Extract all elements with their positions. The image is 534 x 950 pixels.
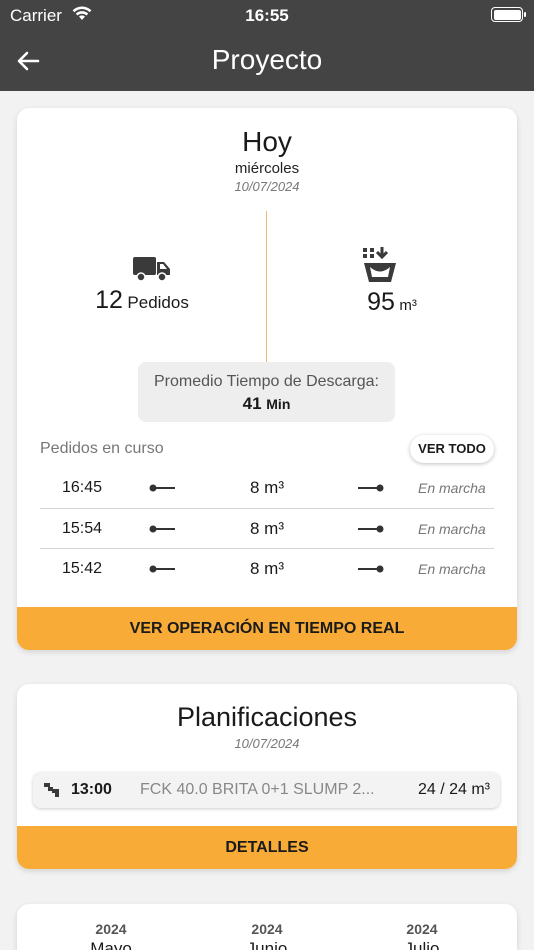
order-quantity: 8 m³ bbox=[250, 478, 284, 497]
today-date: 10/07/2024 bbox=[234, 179, 300, 194]
planning-quantity: 24 / 24 m³ bbox=[417, 781, 490, 798]
month-name: Mayo bbox=[90, 939, 132, 950]
orders-count-label: Pedidos bbox=[127, 293, 189, 312]
header-bar: Carrier 16:55 Proyecto bbox=[0, 0, 534, 91]
battery-icon bbox=[491, 7, 526, 22]
month-year: 2024 bbox=[95, 921, 127, 937]
months-card: 2024 Mayo 2024 Junio 2024 Julio bbox=[17, 904, 517, 950]
clock: 16:55 bbox=[245, 6, 289, 25]
route-start-icon bbox=[149, 484, 175, 492]
order-time: 15:42 bbox=[62, 560, 103, 577]
route-end-icon bbox=[358, 525, 384, 532]
status-bar: Carrier 16:55 bbox=[0, 0, 534, 30]
today-title: Hoy bbox=[242, 126, 292, 157]
order-quantity: 8 m³ bbox=[250, 518, 284, 538]
order-state: En marcha bbox=[418, 561, 486, 577]
page-title: Proyecto bbox=[211, 44, 323, 75]
today-weekday: miércoles bbox=[234, 160, 300, 177]
details-button[interactable]: DETALLES bbox=[17, 826, 517, 869]
month-year: 2024 bbox=[406, 921, 438, 937]
order-row[interactable]: 15:42 8 m³ En marcha bbox=[40, 549, 494, 590]
order-row[interactable]: 15:54 8 m³ En marcha bbox=[40, 509, 494, 549]
volume-value: 95 bbox=[367, 288, 395, 316]
order-time: 15:54 bbox=[62, 519, 103, 537]
navigation-bar: Proyecto bbox=[0, 30, 534, 91]
pump-icon bbox=[44, 783, 59, 797]
planning-description: FCK 40.0 BRITA 0+1 SLUMP 2... bbox=[140, 781, 375, 798]
month-name: Junio bbox=[246, 939, 288, 950]
planning-card: Planificaciones 10/07/2024 13:00 FCK 40.… bbox=[17, 684, 517, 869]
truck-icon bbox=[132, 254, 172, 289]
concrete-discharge-icon bbox=[360, 246, 400, 291]
orders-in-progress-label: Pedidos en curso bbox=[40, 440, 164, 457]
order-quantity: 8 m³ bbox=[250, 559, 284, 578]
orders-count: 12 Pedidos bbox=[17, 286, 267, 315]
planning-item[interactable]: 13:00 FCK 40.0 BRITA 0+1 SLUMP 2... 24 /… bbox=[33, 772, 500, 808]
planning-time: 13:00 bbox=[71, 781, 112, 798]
route-start-icon bbox=[149, 565, 175, 573]
month-item[interactable]: 2024 Mayo bbox=[51, 921, 171, 950]
orders-list: 16:45 8 m³ En marcha 15:54 8 m³ En march… bbox=[40, 468, 494, 590]
order-state: En marcha bbox=[418, 480, 486, 496]
month-year: 2024 bbox=[251, 921, 283, 937]
average-discharge-value-line: 41 Min bbox=[138, 394, 395, 414]
month-name: Julio bbox=[404, 939, 440, 950]
average-discharge-unit: Min bbox=[266, 396, 291, 412]
order-time: 16:45 bbox=[62, 479, 103, 496]
route-end-icon bbox=[358, 484, 384, 492]
planning-date: 10/07/2024 bbox=[234, 736, 300, 751]
today-card: Hoy miércoles 10/07/2024 12 Pedidos 95 m… bbox=[17, 108, 517, 650]
volume-total: 95 m³ bbox=[267, 288, 517, 317]
month-item[interactable]: 2024 Julio bbox=[362, 921, 482, 950]
realtime-operation-button[interactable]: VER OPERACIÓN EN TIEMPO REAL bbox=[17, 607, 517, 650]
see-all-button[interactable]: VER TODO bbox=[410, 435, 494, 463]
order-row[interactable]: 16:45 8 m³ En marcha bbox=[40, 468, 494, 509]
order-state: En marcha bbox=[418, 520, 486, 537]
orders-count-value: 12 bbox=[95, 286, 123, 314]
planning-title: Planificaciones bbox=[176, 702, 358, 732]
average-discharge-value: 41 bbox=[242, 394, 262, 413]
volume-unit: m³ bbox=[399, 297, 417, 314]
route-end-icon bbox=[358, 565, 384, 573]
average-discharge-label: Promedio Tiempo de Descarga: bbox=[154, 373, 379, 390]
month-item[interactable]: 2024 Junio bbox=[207, 921, 327, 950]
route-start-icon bbox=[149, 525, 175, 532]
average-discharge-box: Promedio Tiempo de Descarga: 41 Min bbox=[138, 362, 395, 422]
